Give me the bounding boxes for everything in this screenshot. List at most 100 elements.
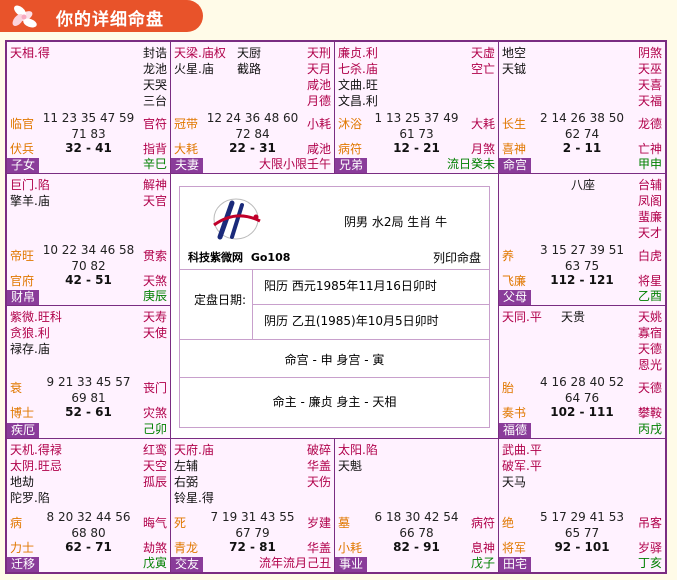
- palace-cell-you: 八座 台辅 凤阁 蜚廉 天才 3 15 27 39 51 63 75 养 白虎 飞…: [499, 174, 665, 305]
- star-minor: 寡宿: [637, 326, 662, 340]
- stem-branch: 甲申: [637, 157, 662, 171]
- god-name: 天德: [637, 381, 662, 395]
- star-main: 天府.庙: [174, 443, 214, 457]
- star-minor: 天使: [142, 326, 167, 340]
- life-stage: 沐浴: [338, 117, 363, 131]
- palace-label[interactable]: 交友: [171, 557, 204, 572]
- palace-label[interactable]: 疾厄: [7, 423, 40, 438]
- star-minor: 天才: [637, 226, 662, 240]
- star-main: 武曲.平: [502, 443, 542, 457]
- decade-range: 92 - 101: [554, 540, 610, 554]
- star-minor: 天巫: [637, 62, 662, 76]
- palace-cell-wei: 廉贞.利 七杀.庙 文曲.旺 文昌.利 天虚 空亡 1 13 25 37 49 6…: [335, 42, 498, 173]
- star-minor: 天空: [142, 459, 167, 473]
- print-chart-link[interactable]: 列印命盘: [433, 249, 481, 266]
- star-main: 右弼: [174, 475, 199, 489]
- decade-range: 112 - 121: [550, 273, 614, 287]
- palace-label[interactable]: 父母: [499, 290, 532, 305]
- life-stage: 胎: [502, 381, 515, 395]
- stem-branch: 戊寅: [142, 556, 167, 570]
- stem-branch: 大限小限壬午: [258, 157, 331, 171]
- palace-label[interactable]: 夫妻: [171, 158, 204, 173]
- star-main: 陀罗.陷: [10, 491, 50, 505]
- life-stage: 帝旺: [10, 249, 35, 263]
- star-minor: 天厨: [237, 46, 262, 60]
- master-summary: 命主 - 廉贞 身主 - 天相: [272, 395, 397, 409]
- star-main: 禄存.庙: [10, 342, 50, 356]
- star-minor: 龙池: [142, 62, 167, 76]
- star-minor: 封诰: [142, 46, 167, 60]
- site-logo-icon: [213, 198, 261, 240]
- star-main: 天梁.庙权: [174, 46, 226, 60]
- god-name: 丧门: [142, 381, 167, 395]
- star-minor: 孤辰: [142, 475, 167, 489]
- palace-label[interactable]: 兄弟: [335, 158, 368, 173]
- life-stage: 病: [10, 516, 23, 530]
- stem-branch: 流日癸未: [446, 157, 495, 171]
- solar-date: 阳历 西元1985年11月16日卯时: [264, 279, 437, 293]
- god-name: 病符: [470, 516, 495, 530]
- stem-branch: 戊子: [470, 556, 495, 570]
- star-minor: 蜚廉: [637, 210, 662, 224]
- star-main: 擎羊.庙: [10, 194, 50, 208]
- god-name: 小耗: [306, 117, 331, 131]
- star-minor: 解神: [142, 178, 167, 192]
- palace-cell-mao: 紫微.旺科 贪狼.利 禄存.庙 天寿 天使 9 21 33 45 57 69 81…: [7, 306, 170, 438]
- page-title: 你的详细命盘: [56, 10, 164, 30]
- god-name: 岁建: [306, 516, 331, 530]
- star-minor: 凤阁: [637, 194, 662, 208]
- flower-icon: [12, 5, 37, 28]
- decade-range: 72 - 81: [229, 540, 276, 554]
- palace-label[interactable]: 子女: [7, 158, 40, 173]
- god-name: 晦气: [142, 516, 167, 530]
- palace-label[interactable]: 财帛: [7, 290, 40, 305]
- star-main: 太阳.陷: [338, 443, 378, 457]
- divider: [180, 377, 489, 378]
- star-minor: 天姚: [637, 310, 662, 324]
- star-minor: 截路: [237, 62, 262, 76]
- stem-branch: 辛巳: [142, 157, 167, 171]
- palace-label[interactable]: 命宫: [499, 158, 532, 173]
- star-minor: 阴煞: [637, 46, 662, 60]
- star-main: 七杀.庙: [338, 62, 378, 76]
- star-minor: 破碎: [306, 443, 331, 457]
- star-main: 贪狼.利: [10, 326, 50, 340]
- site-name-text: 科技紫微网: [188, 251, 243, 264]
- decade-range: 12 - 21: [393, 141, 440, 155]
- divider: [180, 339, 489, 340]
- palace-summary: 命宫 - 申 身宫 - 寅: [284, 353, 385, 367]
- life-stage: 冠带: [174, 117, 199, 131]
- god-name: 官符: [142, 117, 167, 131]
- star-main: 天马: [502, 475, 527, 489]
- star-main: 太阴.旺忌: [10, 459, 62, 473]
- decade-range: 2 - 11: [562, 141, 602, 155]
- chart-grid: 天相.得 封诰 龙池 天哭 三台 11 23 35 47 59 71 83 临官 …: [5, 40, 667, 574]
- stem-branch: 庚辰: [142, 289, 167, 303]
- star-minor: 华盖: [306, 459, 331, 473]
- palace-label[interactable]: 事业: [335, 557, 368, 572]
- palace-cell-si: 天相.得 封诰 龙池 天哭 三台 11 23 35 47 59 71 83 临官 …: [7, 42, 170, 173]
- god-name: 贯索: [142, 249, 167, 263]
- star-main: 天同.平: [502, 310, 542, 324]
- decade-range: 42 - 51: [65, 273, 112, 287]
- stem-branch: 己卯: [142, 422, 167, 436]
- star-minor: 天福: [637, 94, 662, 108]
- life-stage: 墓: [338, 516, 351, 530]
- center-info-panel: 科技紫微网 Go108 阴男 水2局 生肖 牛 列印命盘 定盘日期: 阳历 西元…: [171, 174, 498, 438]
- palace-label[interactable]: 迁移: [7, 557, 40, 572]
- star-minor: 八座: [571, 178, 596, 192]
- life-stage: 绝: [502, 516, 515, 530]
- decade-range: 22 - 31: [229, 141, 276, 155]
- palace-label[interactable]: 福德: [499, 423, 532, 438]
- star-minor: 恩光: [637, 358, 662, 372]
- star-minor: 天官: [142, 194, 167, 208]
- palace-cell-shen: 地空 天钺 阴煞 天巫 天喜 天福 2 14 26 38 50 62 74 长生 …: [499, 42, 665, 173]
- palace-label[interactable]: 田宅: [499, 557, 532, 572]
- star-main: 天机.得禄: [10, 443, 62, 457]
- star-minor: 咸池: [306, 78, 331, 92]
- star-main: 天魁: [338, 459, 363, 473]
- palace-cell-yin: 天机.得禄 太阴.旺忌 地劫 陀罗.陷 红鸾 天空 孤辰 8 20 32 44 …: [7, 439, 170, 572]
- star-minor: 天虚: [470, 46, 495, 60]
- decade-range: 32 - 41: [65, 141, 112, 155]
- star-minor: 天伤: [306, 475, 331, 489]
